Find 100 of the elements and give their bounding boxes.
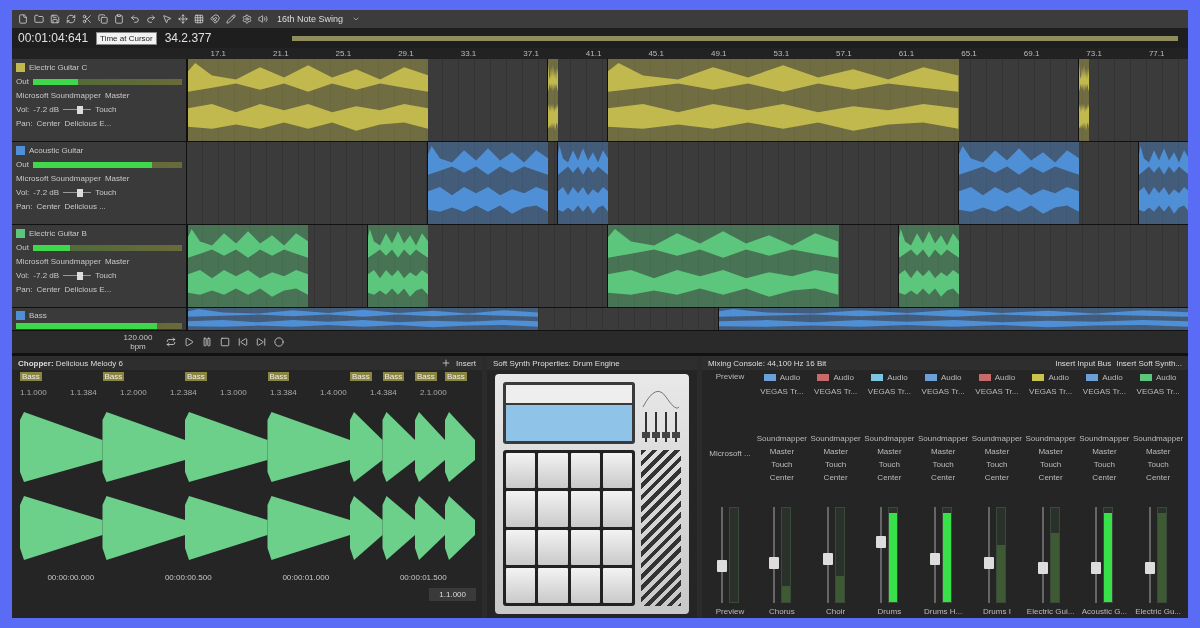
skip-forward-icon[interactable] <box>256 337 266 347</box>
settings-icon[interactable] <box>242 14 252 24</box>
plugin-label[interactable]: VEGAS Tr... <box>814 387 858 396</box>
bus-label[interactable]: Master <box>104 174 130 183</box>
device-label[interactable]: Soundmapper <box>918 434 969 443</box>
effect-label[interactable]: Delicious E... <box>64 285 112 294</box>
plugin-label[interactable]: VEGAS Tr... <box>975 387 1019 396</box>
device-label[interactable]: Soundmapper <box>756 434 807 443</box>
play-icon[interactable] <box>184 337 194 347</box>
cut-icon[interactable] <box>82 14 92 24</box>
plugin-label[interactable]: VEGAS Tr... <box>867 387 911 396</box>
fader-thumb[interactable] <box>822 553 833 566</box>
automation-mode[interactable]: Touch <box>95 105 117 114</box>
device-label[interactable]: Soundmapper <box>971 434 1022 443</box>
audio-clip[interactable] <box>187 59 429 141</box>
magnet-icon[interactable] <box>210 14 220 24</box>
fader-thumb[interactable] <box>1091 561 1102 574</box>
bus-label[interactable]: Master <box>823 447 848 456</box>
pointer-icon[interactable] <box>162 14 172 24</box>
automation-mode[interactable]: Touch <box>1093 460 1116 469</box>
fader-thumb[interactable] <box>717 559 727 572</box>
audio-clip[interactable] <box>957 142 1079 224</box>
automation-mode[interactable]: Touch <box>986 460 1008 469</box>
device-label[interactable]: Soundmapper <box>1025 434 1076 443</box>
automation-mode[interactable]: Touch <box>878 460 901 469</box>
bus-label[interactable]: Master <box>984 447 1010 456</box>
bus-label[interactable]: Master <box>104 91 130 100</box>
automation-mode[interactable]: Touch <box>824 460 847 469</box>
audio-clip[interactable] <box>547 59 559 141</box>
audio-clip[interactable] <box>1137 142 1188 224</box>
paste-icon[interactable] <box>114 14 124 24</box>
fader-thumb[interactable] <box>1145 561 1156 574</box>
bus-label[interactable]: Master <box>1092 447 1117 456</box>
caret-icon[interactable] <box>352 15 361 23</box>
timeline-overview[interactable] <box>292 35 1178 41</box>
track-name[interactable]: Electric Guitar C <box>29 63 88 72</box>
bus-label[interactable]: Master <box>1038 447 1063 456</box>
skip-back-icon[interactable] <box>238 337 248 347</box>
device-label[interactable]: Soundmapper <box>810 434 861 443</box>
insert-icon[interactable] <box>441 358 451 368</box>
fader-thumb[interactable] <box>768 557 779 570</box>
audio-clip[interactable] <box>717 308 1188 330</box>
redo-icon[interactable] <box>146 14 156 24</box>
device-label[interactable]: Soundmapper <box>1133 434 1184 443</box>
slider-thumb[interactable] <box>76 271 83 280</box>
refresh-icon[interactable] <box>66 14 76 24</box>
fader-thumb[interactable] <box>876 536 887 549</box>
plugin-label[interactable]: VEGAS Tr... <box>1029 387 1073 396</box>
automation-mode[interactable]: Touch <box>1039 460 1062 469</box>
insert-button[interactable]: Insert <box>456 358 476 368</box>
new-file-icon[interactable] <box>18 14 28 24</box>
track-name[interactable]: Bass <box>29 311 47 320</box>
device-label[interactable]: Microsoft Soundmapper <box>16 257 101 266</box>
position-field[interactable]: 1.1.000 <box>429 588 476 601</box>
audio-clip[interactable] <box>557 142 609 224</box>
effect-label[interactable]: Delicious ... <box>64 202 106 211</box>
slider-thumb[interactable] <box>76 105 83 114</box>
marker-flag[interactable]: Bass <box>382 372 405 381</box>
record-icon[interactable] <box>274 337 284 347</box>
marker-flag[interactable]: Bass <box>415 372 437 381</box>
track-name[interactable]: Electric Guitar B <box>29 229 87 238</box>
bus-label[interactable]: Master <box>104 257 130 266</box>
audio-clip[interactable] <box>1077 59 1089 141</box>
audio-clip[interactable] <box>607 225 839 307</box>
plugin-label[interactable]: VEGAS Tr... <box>760 387 804 396</box>
folder-icon[interactable] <box>34 14 44 24</box>
snap-dropdown[interactable]: 16th Note Swing <box>274 14 347 24</box>
speaker-icon[interactable] <box>258 14 268 24</box>
loop-icon[interactable] <box>166 337 176 347</box>
device-label[interactable]: Soundmapper <box>1079 434 1130 443</box>
plugin-label[interactable]: VEGAS Tr... <box>1136 387 1180 396</box>
audio-clip[interactable] <box>187 225 309 307</box>
device-label[interactable]: Microsoft Soundmapper <box>16 91 101 100</box>
marker-flag[interactable]: Bass <box>445 372 467 381</box>
audio-clip[interactable] <box>187 308 539 330</box>
audio-clip[interactable] <box>427 142 549 224</box>
bus-label[interactable]: Master <box>930 447 956 456</box>
pause-icon[interactable] <box>202 337 212 347</box>
marker-flag[interactable]: Bass <box>102 372 125 381</box>
pencil-icon[interactable] <box>226 14 236 24</box>
move-icon[interactable] <box>178 14 188 24</box>
fader-thumb[interactable] <box>983 557 994 570</box>
plugin-label[interactable]: VEGAS Tr... <box>921 387 965 396</box>
automation-mode[interactable]: Touch <box>771 460 793 469</box>
automation-mode[interactable]: Touch <box>1147 460 1169 469</box>
audio-clip[interactable] <box>897 225 959 307</box>
marker-flag[interactable]: Bass <box>185 372 207 381</box>
insert-input-bus-button[interactable]: Insert Input Bus <box>1055 358 1112 368</box>
bus-label[interactable]: Master <box>769 447 795 456</box>
marker-flag[interactable]: Bass <box>267 372 290 381</box>
effect-label[interactable]: Delicious E... <box>64 119 112 128</box>
device-label[interactable]: Soundmapper <box>864 434 915 443</box>
grid-icon[interactable] <box>194 14 204 24</box>
plugin-label[interactable]: VEGAS Tr... <box>1082 387 1126 396</box>
device-label[interactable]: Microsoft Soundmapper <box>16 174 101 183</box>
save-icon[interactable] <box>50 14 60 24</box>
automation-mode[interactable]: Touch <box>95 188 117 197</box>
audio-clip[interactable] <box>607 59 959 141</box>
automation-mode[interactable]: Touch <box>95 271 117 280</box>
slider-thumb[interactable] <box>76 188 83 197</box>
